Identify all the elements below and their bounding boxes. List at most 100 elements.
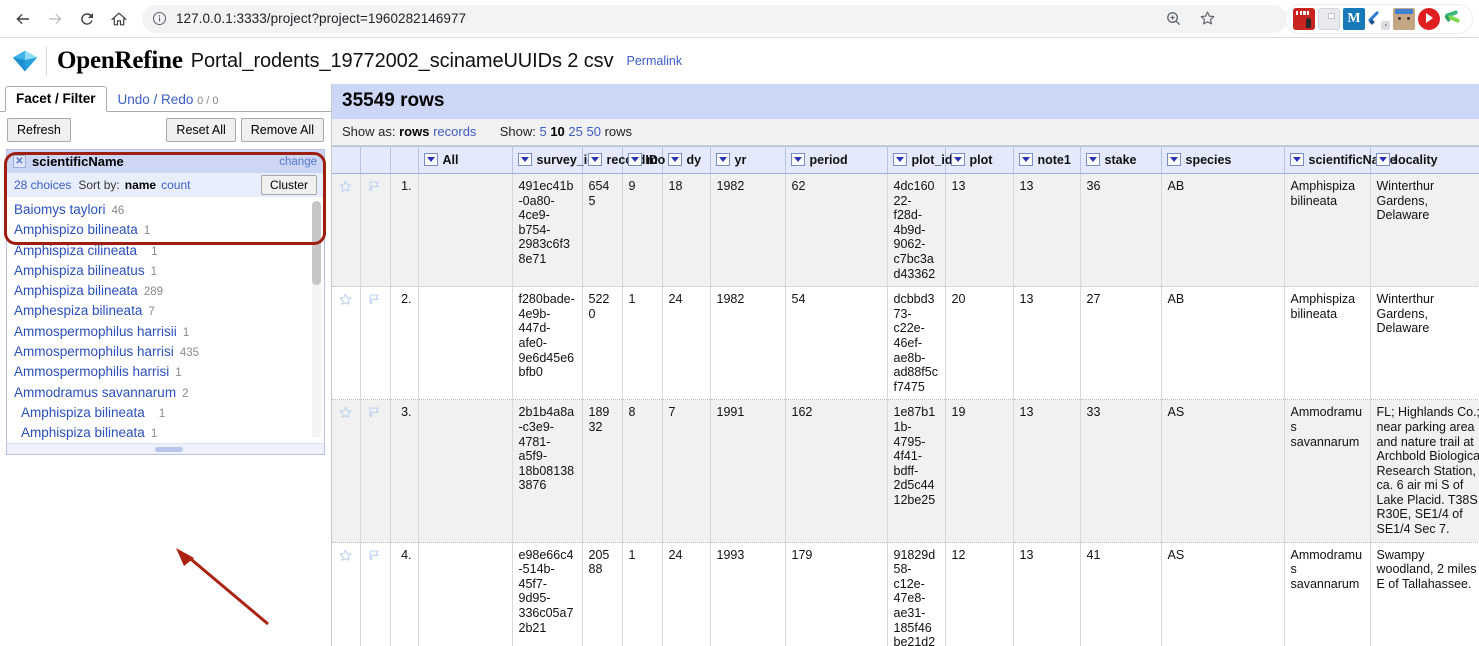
cell-species[interactable]: AB xyxy=(1161,174,1284,287)
row-star-icon[interactable] xyxy=(332,174,360,287)
row-star-icon[interactable] xyxy=(332,287,360,400)
cell-plot[interactable]: 12 xyxy=(945,542,1013,646)
cell-plot_id[interactable]: 1e87b11b-4795-4f41-bdff-2d5c4412be25 xyxy=(887,400,945,542)
column-header-all[interactable]: All xyxy=(418,147,512,174)
cell-dy[interactable]: 24 xyxy=(662,287,710,400)
cell-dy[interactable]: 18 xyxy=(662,174,710,287)
chevron-down-icon[interactable] xyxy=(518,153,532,166)
m-extension[interactable]: M xyxy=(1343,8,1365,30)
cell-stake[interactable]: 27 xyxy=(1080,287,1161,400)
row-all-cell[interactable] xyxy=(418,287,512,400)
cell-mo[interactable]: 8 xyxy=(622,400,662,542)
diamond-logo-icon[interactable] xyxy=(10,48,40,74)
column-header-locality[interactable]: locality xyxy=(1370,147,1479,174)
box-robot-extension[interactable] xyxy=(1393,8,1415,30)
cell-note1[interactable]: 13 xyxy=(1013,542,1080,646)
facet-choice-label[interactable]: Amphispiza bilineata xyxy=(21,423,145,443)
facet-choice-row[interactable]: Amphispiza bilineata1 xyxy=(7,402,324,422)
column-header-dy[interactable]: dy xyxy=(662,147,710,174)
facet-vertical-scrollbar[interactable] xyxy=(312,201,321,437)
play-extension[interactable] xyxy=(1418,8,1440,30)
color-picker-extension[interactable] xyxy=(1368,8,1390,30)
chevron-down-icon[interactable] xyxy=(1019,153,1033,166)
permalink-link[interactable]: Permalink xyxy=(627,54,683,68)
facet-choices-count[interactable]: 28 choices xyxy=(14,178,71,192)
cell-dy[interactable]: 24 xyxy=(662,542,710,646)
row-all-cell[interactable] xyxy=(418,400,512,542)
cell-plot[interactable]: 13 xyxy=(945,174,1013,287)
show-count-25[interactable]: 25 xyxy=(568,124,582,139)
cluster-button[interactable]: Cluster xyxy=(261,175,317,195)
chevron-down-icon[interactable] xyxy=(1167,153,1181,166)
facet-choice-row[interactable]: Amphispizo bilineata1 xyxy=(7,219,324,239)
chevron-down-icon[interactable] xyxy=(424,153,438,166)
refresh-button[interactable]: Refresh xyxy=(7,118,71,142)
cell-survey_id[interactable]: 2b1b4a8a-c3e9-4781-a5f9-18b081383876 xyxy=(512,400,582,542)
table-row[interactable]: 2.f280bade-4e9b-447d-afe0-9e6d45e6bfb052… xyxy=(332,287,1479,400)
column-header-species[interactable]: species xyxy=(1161,147,1284,174)
address-bar[interactable]: 127.0.0.1:3333/project?project=196028214… xyxy=(142,5,1287,33)
facet-choice-row[interactable]: Ammospermophilus harrisi435 xyxy=(7,341,324,361)
cell-scientificname[interactable]: Ammodramus savannarum xyxy=(1284,400,1370,542)
facet-vertical-scroll-thumb[interactable] xyxy=(312,201,321,285)
facet-choice-label[interactable]: Amphispiza bilineata xyxy=(21,403,145,423)
column-header-plot[interactable]: plot xyxy=(945,147,1013,174)
cell-locality[interactable]: Winterthur Gardens, Delaware xyxy=(1370,174,1479,287)
table-row[interactable]: 4.e98e66c4-514b-45f7-9d95-336c05a72b2120… xyxy=(332,542,1479,646)
cell-note1[interactable]: 13 xyxy=(1013,400,1080,542)
column-header-period[interactable]: period xyxy=(785,147,887,174)
show-count-50[interactable]: 50 xyxy=(587,124,601,139)
cell-stake[interactable]: 36 xyxy=(1080,174,1161,287)
chevron-down-icon[interactable] xyxy=(1290,153,1304,166)
sort-by-count-option[interactable]: count xyxy=(161,178,190,192)
cell-plot[interactable]: 19 xyxy=(945,400,1013,542)
cell-locality[interactable]: FL; Highlands Co.; near parking area and… xyxy=(1370,400,1479,542)
chevron-down-icon[interactable] xyxy=(628,153,642,166)
facet-horizontal-scrollbar[interactable] xyxy=(7,443,324,454)
reload-icon[interactable] xyxy=(72,4,102,34)
reset-all-button[interactable]: Reset All xyxy=(166,118,235,142)
back-arrow-icon[interactable] xyxy=(8,4,38,34)
ublock-origin-extension[interactable] xyxy=(1293,8,1315,30)
chevron-down-icon[interactable] xyxy=(791,153,805,166)
cell-mo[interactable]: 9 xyxy=(622,174,662,287)
facet-horizontal-scroll-thumb[interactable] xyxy=(155,447,183,452)
cell-plot_id[interactable]: dcbbd373-c22e-46ef-ae8b-ad88f5cf7475 xyxy=(887,287,945,400)
cell-note1[interactable]: 13 xyxy=(1013,287,1080,400)
forward-arrow-icon[interactable] xyxy=(40,4,70,34)
column-header-note1[interactable]: note1 xyxy=(1013,147,1080,174)
cell-recordid[interactable]: 20588 xyxy=(582,542,622,646)
cell-survey_id[interactable]: 491ec41b-0a80-4ce9-b754-2983c6f38e71 xyxy=(512,174,582,287)
cell-stake[interactable]: 41 xyxy=(1080,542,1161,646)
home-icon[interactable] xyxy=(104,4,134,34)
cell-species[interactable]: AB xyxy=(1161,287,1284,400)
info-circle-icon[interactable] xyxy=(152,11,167,26)
row-all-cell[interactable] xyxy=(418,174,512,287)
cell-plot_id[interactable]: 4dc16022-f28d-4b9d-9062-c7bc3ad43362 xyxy=(887,174,945,287)
facet-choice-row[interactable]: Amphispiza cilineata1 xyxy=(7,240,324,260)
facet-close-icon[interactable]: ✕ xyxy=(13,155,26,168)
facet-choice-label[interactable]: Amphespiza bilineata xyxy=(14,301,142,321)
column-header-recordid[interactable]: recordID xyxy=(582,147,622,174)
cell-period[interactable]: 62 xyxy=(785,174,887,287)
show-as-rows-option[interactable]: rows xyxy=(399,124,429,139)
chevron-down-icon[interactable] xyxy=(1376,153,1390,166)
chevron-down-icon[interactable] xyxy=(1086,153,1100,166)
facet-choice-label[interactable]: Amphispizo bilineata xyxy=(14,220,138,240)
cell-period[interactable]: 179 xyxy=(785,542,887,646)
facet-choice-row[interactable]: Amphispiza bilineatus1 xyxy=(7,260,324,280)
grey-extension[interactable] xyxy=(1318,8,1340,30)
facet-change-link[interactable]: change xyxy=(279,156,317,168)
column-header-scientificname[interactable]: scientificName xyxy=(1284,147,1370,174)
show-as-records-option[interactable]: records xyxy=(433,124,476,139)
cell-yr[interactable]: 1982 xyxy=(710,174,785,287)
cell-recordid[interactable]: 18932 xyxy=(582,400,622,542)
tab-undo-redo[interactable]: Undo / Redo 0 / 0 xyxy=(107,87,230,112)
facet-choice-row[interactable]: Baiomys taylori46 xyxy=(7,199,324,219)
cell-survey_id[interactable]: f280bade-4e9b-447d-afe0-9e6d45e6bfb0 xyxy=(512,287,582,400)
facet-choice-label[interactable]: Amphispiza bilineata xyxy=(14,281,138,301)
table-row[interactable]: 1.491ec41b-0a80-4ce9-b754-2983c6f38e7165… xyxy=(332,174,1479,287)
cell-yr[interactable]: 1982 xyxy=(710,287,785,400)
facet-choice-label[interactable]: Amphispiza cilineata xyxy=(14,241,137,261)
zoom-in-icon[interactable] xyxy=(1159,5,1187,33)
